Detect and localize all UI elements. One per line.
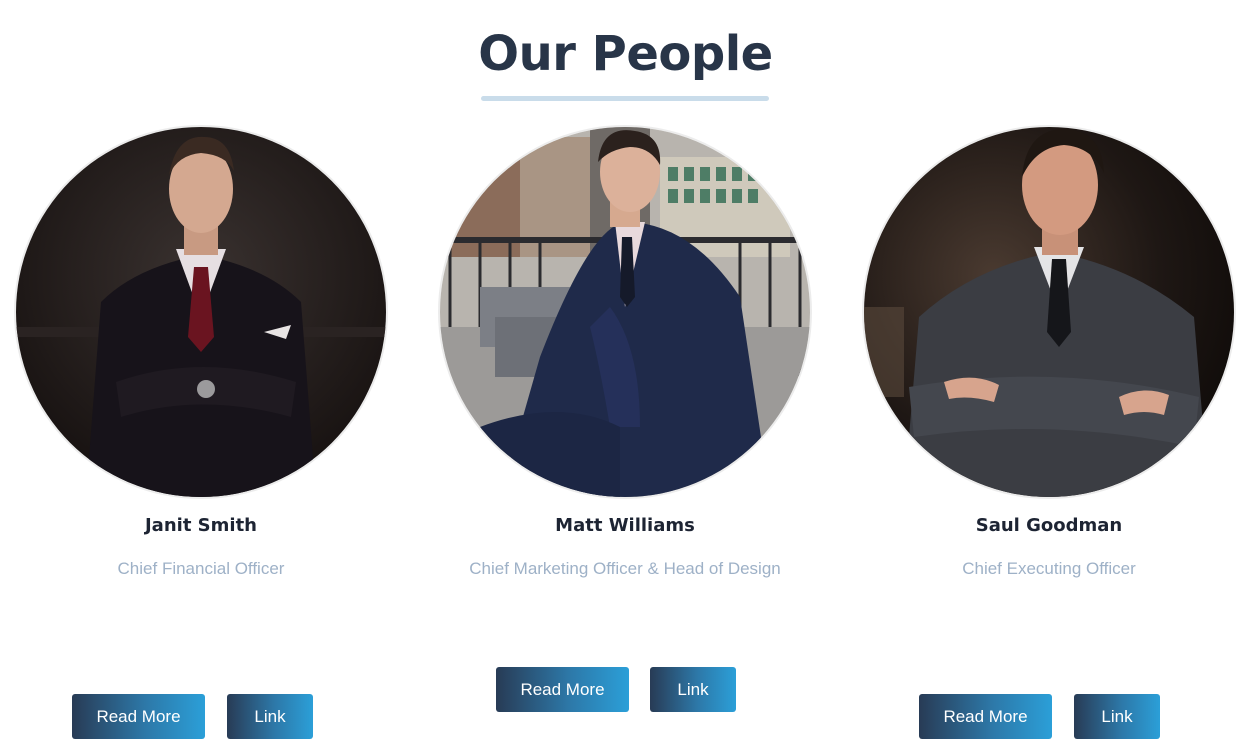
person-name: Matt Williams	[555, 515, 695, 536]
avatar-photo	[440, 127, 810, 497]
person-role: Chief Marketing Officer & Head of Design	[469, 559, 781, 578]
person-role: Chief Financial Officer	[117, 559, 285, 578]
person-card-saul-goodman: Saul Goodman Chief Executing Officer Rea…	[837, 127, 1251, 752]
person-card-matt-williams: Matt Williams Chief Marketing Officer & …	[413, 127, 837, 752]
page-title: Our People	[478, 26, 773, 82]
read-more-button[interactable]: Read More	[72, 694, 205, 739]
avatar-photo	[16, 127, 386, 497]
person-role: Chief Executing Officer	[962, 559, 1136, 578]
read-more-button[interactable]: Read More	[919, 694, 1052, 739]
link-button[interactable]: Link	[650, 667, 736, 712]
link-button[interactable]: Link	[1074, 694, 1160, 739]
person-name: Janit Smith	[144, 515, 257, 536]
person-name: Saul Goodman	[975, 515, 1123, 536]
avatar-photo	[864, 127, 1234, 497]
title-underline	[481, 96, 769, 101]
read-more-button[interactable]: Read More	[496, 667, 629, 712]
link-button[interactable]: Link	[227, 694, 313, 739]
person-card-janit-smith: Janit Smith Chief Financial Officer Read…	[0, 127, 413, 752]
